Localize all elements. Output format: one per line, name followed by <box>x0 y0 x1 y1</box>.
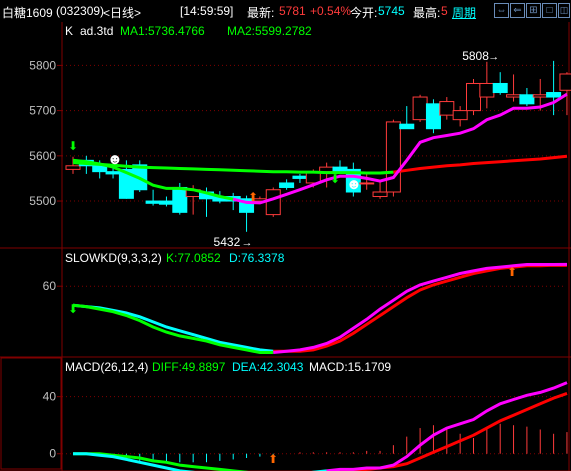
candle-body-down <box>292 175 308 179</box>
macd-y-tick-label: 40 <box>43 390 57 404</box>
candle-body-down <box>519 94 535 105</box>
candle-body-up <box>466 82 481 112</box>
high-annotation: 5808 <box>462 49 489 63</box>
low-annotation: 5432 <box>214 235 241 249</box>
sell-arrow-icon: ⬇ <box>330 172 340 186</box>
candle-body-up <box>439 101 455 116</box>
candle-body-up <box>479 82 495 98</box>
candle-body-up <box>532 94 548 98</box>
k-legend-sub: ad.3td <box>80 24 113 38</box>
candle-body-down <box>546 92 562 98</box>
candle-body-up <box>265 189 281 216</box>
smiley-icon: ☻ <box>107 151 123 168</box>
candle-body-up <box>372 191 388 198</box>
k-legend-name: K <box>65 24 73 38</box>
k-y-tick-label: 5800 <box>29 58 56 72</box>
buy-arrow-icon: ⬆ <box>248 190 258 204</box>
buy-arrow-icon: ⬆ <box>507 265 517 279</box>
candle-body-down <box>145 200 161 204</box>
kd-k-legend: K:77.0852 <box>166 251 221 265</box>
ma1-legend: MA1:5736.4766 <box>120 24 205 38</box>
candle-body-down <box>492 82 508 94</box>
candle-body-up <box>412 96 428 121</box>
macd-legend-name: MACD(26,12,4) <box>65 360 148 374</box>
candle-body-up <box>452 110 468 121</box>
macd-dea-legend: DEA:42.3043 <box>232 360 304 374</box>
candle-body-down <box>105 171 121 175</box>
candle-body-up <box>359 182 375 185</box>
buy-arrow-icon: ⬆ <box>268 452 278 466</box>
candle-body-down <box>332 166 348 173</box>
macd-diff-legend: DIFF:49.8897 <box>152 360 226 374</box>
macd-y-tick-label: 0 <box>49 447 56 461</box>
kd-d-legend: D:76.3378 <box>229 251 285 265</box>
candle-body-down <box>425 103 441 130</box>
futures-chart: 5500 5600 5700 5800 K ad.3td MA1:5736.4766 MA2:… <box>0 22 571 471</box>
candle-body-down <box>279 182 295 188</box>
candle-body-up <box>385 121 401 193</box>
candle-body-down <box>399 123 415 130</box>
ma2-legend: MA2:5599.2782 <box>227 24 312 38</box>
candle-body-up <box>559 73 571 91</box>
k-y-tick-label: 5700 <box>29 104 56 118</box>
k-y-tick-label: 5500 <box>29 194 56 208</box>
high-arrow-icon: → <box>488 51 499 63</box>
macd-macd-legend: MACD:15.1709 <box>309 360 391 374</box>
k-y-tick-label: 5600 <box>29 149 56 163</box>
smiley-icon: ☻ <box>346 176 362 193</box>
candle-body-up <box>65 165 81 170</box>
kd-y-tick-label: 60 <box>43 279 57 293</box>
sell-arrow-icon: ⬇ <box>68 302 78 316</box>
kd-legend-name: SLOWKD(9,3,3,2) <box>65 251 162 265</box>
candle-body-down <box>158 200 174 205</box>
sell-arrow-icon: ⬇ <box>68 139 78 153</box>
low-arrow-icon: → <box>242 237 253 249</box>
candle-body-up <box>506 94 522 98</box>
candle-body-down <box>172 186 188 213</box>
